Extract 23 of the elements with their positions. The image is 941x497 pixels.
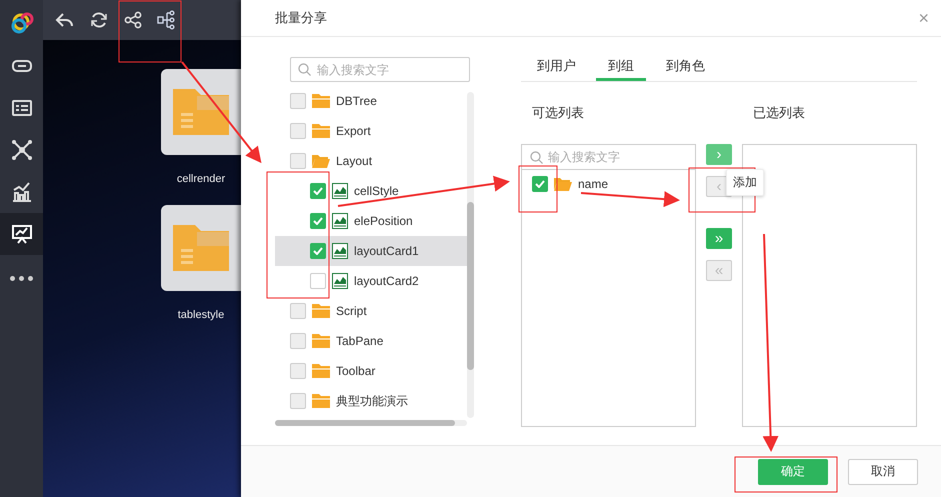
tooltip: 添加 <box>726 169 764 196</box>
search-field[interactable]: 输入搜索文字 <box>290 57 470 82</box>
tree-item[interactable]: cellStyle <box>275 176 467 206</box>
tree-item[interactable]: layoutCard1 <box>275 236 467 266</box>
tab[interactable]: 到组 <box>596 53 646 81</box>
tab[interactable]: 到用户 <box>525 53 588 81</box>
dialog-title: 批量分享 <box>275 9 327 27</box>
card-label: cellrender <box>176 173 226 185</box>
list-item[interactable]: name <box>522 170 695 198</box>
tree-item[interactable]: layoutCard2 <box>275 266 467 296</box>
list-title: 已选列表 <box>752 104 806 122</box>
tree-item[interactable]: 典型功能演示 <box>275 386 467 416</box>
tree-item[interactable]: Layout <box>275 146 467 176</box>
tree-item[interactable]: elePosition <box>275 206 467 236</box>
list-title: 可选列表 <box>531 104 585 122</box>
card-label: tablestyle <box>178 309 224 321</box>
tree-item[interactable]: Toolbar <box>275 356 467 386</box>
tree-item[interactable]: DBTree <box>275 86 467 116</box>
tree-item[interactable]: Export <box>275 116 467 146</box>
cancel-button[interactable]: 取消 <box>848 458 918 484</box>
tree-item[interactable]: Script <box>275 296 467 326</box>
tab[interactable]: 到角色 <box>654 53 717 81</box>
tree-item[interactable]: TabPane <box>275 326 467 356</box>
